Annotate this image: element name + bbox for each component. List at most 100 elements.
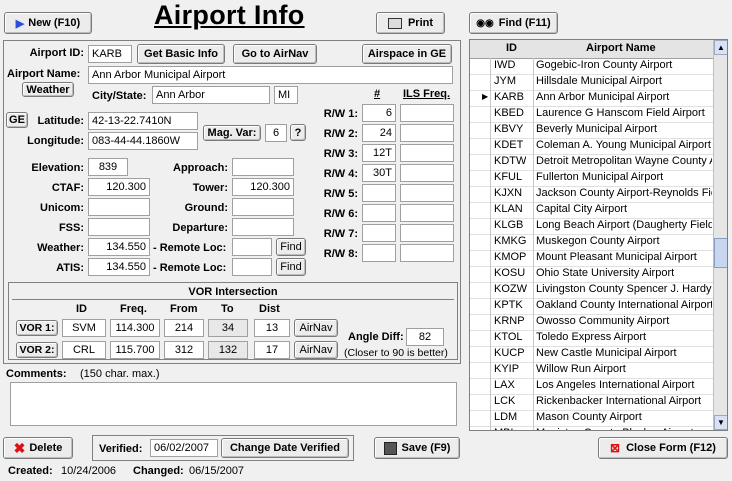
tower-field[interactable]: 120.300 bbox=[232, 178, 294, 196]
list-item[interactable]: KDTW Detroit Metropolitan Wayne County A… bbox=[470, 154, 713, 171]
weather-find-button[interactable]: Find bbox=[276, 238, 306, 256]
list-item-id: KJXN bbox=[494, 187, 523, 199]
list-item[interactable]: MBL Manistee County-Blacker Airport bbox=[470, 426, 713, 430]
change-date-verified-button[interactable]: Change Date Verified bbox=[221, 438, 349, 458]
help-button[interactable]: ? bbox=[290, 124, 306, 141]
list-item[interactable]: KJXN Jackson County Airport-Reynolds Fie… bbox=[470, 186, 713, 203]
mag-var-button[interactable]: Mag. Var: bbox=[203, 125, 261, 141]
runway-number-field[interactable] bbox=[362, 204, 396, 222]
runway-number-field[interactable] bbox=[362, 244, 396, 262]
vor-to-field: 34 bbox=[208, 319, 248, 337]
list-item-name: Jackson County Airport-Reynolds Field bbox=[536, 187, 712, 199]
runway-number-field[interactable]: 30T bbox=[362, 164, 396, 182]
departure-field[interactable] bbox=[232, 218, 294, 236]
list-item[interactable]: LCK Rickenbacker International Airport bbox=[470, 394, 713, 411]
latitude-field[interactable]: 42-13-22.7410N bbox=[88, 112, 198, 130]
atis-find-button[interactable]: Find bbox=[276, 258, 306, 276]
list-item[interactable]: KOZW Livingston County Spencer J. Hardy … bbox=[470, 282, 713, 299]
print-button[interactable]: Print bbox=[376, 12, 445, 34]
atis-label: ATIS: bbox=[56, 262, 84, 274]
list-item-name: Detroit Metropolitan Wayne County Ai bbox=[536, 155, 712, 167]
unicom-field[interactable] bbox=[88, 198, 150, 216]
scroll-up-icon[interactable]: ▲ bbox=[714, 40, 727, 55]
ctaf-field[interactable]: 120.300 bbox=[88, 178, 150, 196]
list-item-id: KLGB bbox=[494, 219, 524, 231]
list-item-id: MBL bbox=[494, 427, 517, 430]
runway-ils-field[interactable] bbox=[400, 204, 454, 222]
runway-ils-field[interactable] bbox=[400, 244, 454, 262]
scroll-down-icon[interactable]: ▼ bbox=[714, 415, 727, 430]
runway-number-field[interactable]: 6 bbox=[362, 104, 396, 122]
runway-number-field[interactable] bbox=[362, 224, 396, 242]
state-field[interactable]: MI bbox=[274, 86, 298, 104]
list-item[interactable]: KLGB Long Beach Airport (Daugherty Field… bbox=[470, 218, 713, 235]
get-basic-info-button[interactable]: Get Basic Info bbox=[137, 44, 225, 64]
longitude-field[interactable]: 083-44-44.1860W bbox=[88, 132, 198, 150]
list-item[interactable]: KTOL Toledo Express Airport bbox=[470, 330, 713, 347]
mag-var-field[interactable]: 6 bbox=[265, 124, 287, 142]
vor-id-field[interactable]: SVM bbox=[62, 319, 106, 337]
vor-freq-field[interactable]: 115.700 bbox=[110, 341, 160, 359]
airspace-in-ge-button[interactable]: Airspace in GE bbox=[362, 44, 452, 64]
list-item[interactable]: KMOP Mount Pleasant Municipal Airport bbox=[470, 250, 713, 267]
delete-icon: ✖ bbox=[13, 439, 26, 456]
vor-button[interactable]: VOR 1: bbox=[16, 320, 58, 336]
vor-button[interactable]: VOR 2: bbox=[16, 342, 58, 358]
comments-field[interactable] bbox=[10, 382, 457, 426]
list-item[interactable]: KDET Coleman A. Young Municipal Airport bbox=[470, 138, 713, 155]
airport-list-grid[interactable]: ID Airport Name IWD Gogebic-Iron County … bbox=[469, 39, 728, 431]
save-button[interactable]: Save (F9) bbox=[374, 437, 460, 459]
fss-field[interactable] bbox=[88, 218, 150, 236]
list-item[interactable]: KPTK Oakland County International Airpor… bbox=[470, 298, 713, 315]
list-item[interactable]: ▶ KARB Ann Arbor Municipal Airport bbox=[470, 90, 713, 107]
list-item-name: Laurence G Hanscom Field Airport bbox=[536, 107, 705, 119]
runway-number-field[interactable]: 12T bbox=[362, 144, 396, 162]
new-button[interactable]: ▶ New (F10) bbox=[4, 12, 92, 34]
city-field[interactable]: Ann Arbor bbox=[152, 86, 270, 104]
vor-airnav-button[interactable]: AirNav bbox=[294, 341, 338, 359]
weather-remote-field[interactable] bbox=[232, 238, 272, 256]
list-item[interactable]: KRNP Owosso Community Airport bbox=[470, 314, 713, 331]
list-item[interactable]: KBVY Beverly Municipal Airport bbox=[470, 122, 713, 139]
airport-id-field[interactable]: KARB bbox=[88, 45, 132, 63]
ground-field[interactable] bbox=[232, 198, 294, 216]
find-button[interactable]: ◉◉ Find (F11) bbox=[469, 12, 558, 34]
list-item-name: Gogebic-Iron County Airport bbox=[536, 59, 673, 71]
runway-ils-field[interactable] bbox=[400, 144, 454, 162]
list-item[interactable]: KBED Laurence G Hanscom Field Airport bbox=[470, 106, 713, 123]
atis-remote-field[interactable] bbox=[232, 258, 272, 276]
list-item[interactable]: KOSU Ohio State University Airport bbox=[470, 266, 713, 283]
atis-field[interactable]: 134.550 bbox=[88, 258, 150, 276]
vor-id-field[interactable]: CRL bbox=[62, 341, 106, 359]
go-to-airnav-button[interactable]: Go to AirNav bbox=[233, 44, 317, 64]
list-item[interactable]: LAX Los Angeles International Airport bbox=[470, 378, 713, 395]
runway-ils-field[interactable] bbox=[400, 224, 454, 242]
list-item[interactable]: KMKG Muskegon County Airport bbox=[470, 234, 713, 251]
list-item[interactable]: KYIP Willow Run Airport bbox=[470, 362, 713, 379]
longitude-label: Longitude: bbox=[27, 135, 84, 147]
close-form-button[interactable]: ⊠ Close Form (F12) bbox=[598, 437, 728, 459]
vor-freq-field[interactable]: 114.300 bbox=[110, 319, 160, 337]
delete-button[interactable]: ✖ Delete bbox=[3, 437, 73, 459]
list-item[interactable]: KFUL Fullerton Municipal Airport bbox=[470, 170, 713, 187]
runway-ils-field[interactable] bbox=[400, 104, 454, 122]
approach-field[interactable] bbox=[232, 158, 294, 176]
list-item[interactable]: LDM Mason County Airport bbox=[470, 410, 713, 427]
grid-scrollbar[interactable]: ▲ ▼ bbox=[713, 40, 727, 430]
weather-button[interactable]: Weather bbox=[22, 82, 74, 97]
list-item[interactable]: IWD Gogebic-Iron County Airport bbox=[470, 58, 713, 75]
runway-number-field[interactable] bbox=[362, 184, 396, 202]
airport-name-field[interactable]: Ann Arbor Municipal Airport bbox=[88, 66, 453, 84]
list-item[interactable]: KLAN Capital City Airport bbox=[470, 202, 713, 219]
verified-date-field[interactable]: 06/02/2007 bbox=[150, 439, 218, 457]
runway-number-field[interactable]: 24 bbox=[362, 124, 396, 142]
vor-airnav-button[interactable]: AirNav bbox=[294, 319, 338, 337]
list-item[interactable]: KUCP New Castle Municipal Airport bbox=[470, 346, 713, 363]
runway-ils-field[interactable] bbox=[400, 164, 454, 182]
scroll-thumb[interactable] bbox=[714, 238, 727, 268]
elevation-field[interactable]: 839 bbox=[88, 158, 128, 176]
runway-ils-field[interactable] bbox=[400, 124, 454, 142]
list-item[interactable]: JYM Hillsdale Municipal Airport bbox=[470, 74, 713, 91]
weather-freq-field[interactable]: 134.550 bbox=[88, 238, 150, 256]
runway-ils-field[interactable] bbox=[400, 184, 454, 202]
